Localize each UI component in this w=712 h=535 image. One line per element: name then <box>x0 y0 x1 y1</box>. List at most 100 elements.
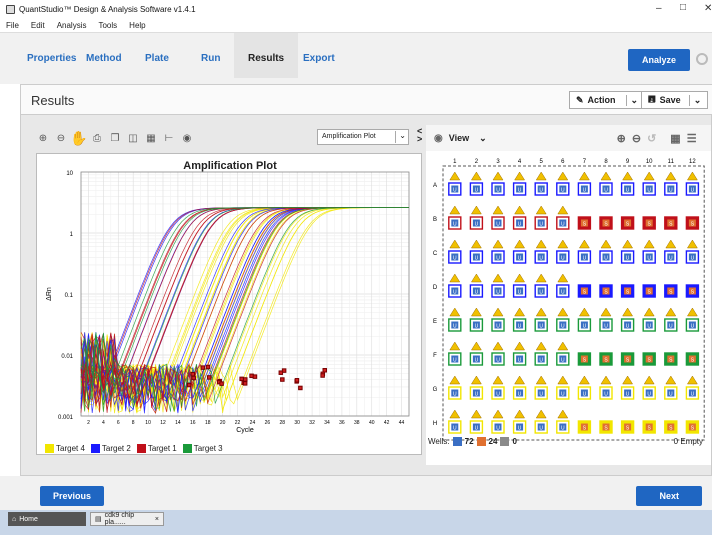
results-panel: Results ✎ Action ⌄ 🖪 Save ⌄ ⊕ ⊖ ✋ ⎙ ❐ ◫ … <box>20 84 712 476</box>
warning-icon <box>535 273 547 283</box>
pan-hand-icon[interactable]: ✋ <box>70 130 87 146</box>
well-task-letter: U <box>518 290 522 296</box>
tab-method[interactable]: Method <box>86 53 122 64</box>
column-label: 8 <box>604 159 608 165</box>
warning-icon <box>470 171 482 181</box>
eye-icon[interactable]: ◉ <box>181 132 193 144</box>
column-label: 4 <box>518 159 522 165</box>
export-icon[interactable]: ◫ <box>127 132 139 144</box>
copy-icon[interactable]: ❐ <box>109 132 121 144</box>
warning-icon <box>535 239 547 249</box>
well-task-letter: U <box>583 256 587 262</box>
taskbar-file-label: cdk9 chip pla...... <box>104 512 135 526</box>
well-task-letter: U <box>453 256 457 262</box>
configure-icon[interactable]: ▦ <box>145 132 157 144</box>
column-label: 3 <box>496 159 500 165</box>
menu-help[interactable]: Help <box>129 21 145 30</box>
warning-icon <box>557 205 569 215</box>
warning-icon <box>514 171 526 181</box>
well-task-letter: U <box>561 188 565 194</box>
well-task-letter: U <box>518 358 522 364</box>
previous-button[interactable]: Previous <box>40 486 105 506</box>
warning-icon <box>514 375 526 385</box>
plate-grid-svg[interactable]: 1 2 3 4 5 6 7 8 9 10 11 12AU U U U U U U U U U U UBU U U U U U S S S S S… <box>426 151 711 451</box>
well-task-letter: U <box>561 324 565 330</box>
taskbar-home[interactable]: ⌂ Home <box>8 512 86 526</box>
next-button[interactable]: Next <box>636 486 702 506</box>
action-button[interactable]: ✎ Action ⌄ <box>569 91 646 109</box>
warning-icon <box>622 171 634 181</box>
taskbar: ⌂ Home ▤ cdk9 chip pla...... × <box>0 510 712 535</box>
tab-plate[interactable]: Plate <box>145 53 169 64</box>
well-task-letter: U <box>669 392 673 398</box>
x-tick-label: 10 <box>145 420 151 426</box>
well-task-letter: U <box>539 290 543 296</box>
amplification-plot: Amplification Plot 10 1 0.1 0.01 0.001 2 4 6 8 10… <box>36 153 422 455</box>
print-icon[interactable]: ⎙ <box>91 132 103 144</box>
well-task-letter: U <box>669 324 673 330</box>
view-button[interactable]: View <box>449 133 469 143</box>
tab-properties[interactable]: Properties <box>27 53 76 64</box>
well-task-letter: U <box>561 392 565 398</box>
well-task-letter: U <box>518 392 522 398</box>
well-task-letter: U <box>583 324 587 330</box>
minimize-icon[interactable]: – <box>656 3 662 14</box>
zoom-in-icon[interactable]: ⊕ <box>37 132 49 144</box>
chart-svg: 1010.10.010.0012 4 6 8 10 12 14 16 18 20 22 24 26 28 3… <box>46 171 410 434</box>
plot-type-select[interactable]: Amplification Plot ⌄ <box>317 129 409 145</box>
tab-results[interactable]: Results <box>234 33 299 78</box>
save-button[interactable]: 🖪 Save ⌄ <box>641 91 709 109</box>
menu-tools[interactable]: Tools <box>98 21 117 30</box>
well-task-letter: U <box>496 358 500 364</box>
warning-icon <box>449 239 461 249</box>
well-task-letter: U <box>496 188 500 194</box>
well-task-letter: U <box>561 222 565 228</box>
eye-icon[interactable]: ◉ <box>434 133 443 144</box>
threshold-icon[interactable]: ⊢ <box>163 132 175 144</box>
well-task-letter: U <box>561 290 565 296</box>
plot-toolbar: ⊕ ⊖ ✋ ⎙ ❐ ◫ ▦ ⊢ ◉ <box>37 127 193 149</box>
chevron-down-icon: ⌄ <box>688 94 701 106</box>
well-task-letter: U <box>539 358 543 364</box>
close-icon[interactable]: × <box>155 516 159 523</box>
ct-marker <box>191 375 196 381</box>
well-task-letter: U <box>453 358 457 364</box>
well-task-letter: U <box>647 324 651 330</box>
grid-view-icon[interactable]: ▦ <box>670 132 680 145</box>
maximize-icon[interactable]: □ <box>680 2 686 13</box>
menu-edit[interactable]: Edit <box>31 21 45 30</box>
zoom-out-icon[interactable]: ⊖ <box>55 132 67 144</box>
action-label: Action <box>587 95 616 105</box>
warning-icon <box>557 375 569 385</box>
taskbar-file[interactable]: ▤ cdk9 chip pla...... × <box>90 512 164 526</box>
gear-icon[interactable] <box>696 53 708 65</box>
row-label: B <box>433 217 437 223</box>
well-task-letter: U <box>518 426 522 432</box>
tab-run[interactable]: Run <box>201 53 220 64</box>
analyze-button[interactable]: Analyze <box>627 49 690 71</box>
zoom-out-icon[interactable]: ⊖ <box>632 132 641 145</box>
warning-icon <box>514 341 526 351</box>
chart-legend: Target 4 Target 2 Target 1 Target 3 <box>45 444 223 454</box>
close-icon[interactable]: ✕ <box>704 3 712 14</box>
edit-icon: ✎ <box>576 94 584 105</box>
menu-analysis[interactable]: Analysis <box>57 21 87 30</box>
well-task-letter: U <box>561 426 565 432</box>
collapse-arrows-icon[interactable]: < > <box>417 127 422 144</box>
legend-target1: Target 1 <box>136 444 177 454</box>
warning-icon <box>578 171 590 181</box>
reset-icon[interactable]: ↺ <box>647 132 656 145</box>
chevron-down-icon[interactable]: ⌄ <box>479 133 487 144</box>
tab-export[interactable]: Export <box>303 53 335 64</box>
warning-icon <box>600 239 612 249</box>
title-bar: QuantStudio™ Design & Analysis Software … <box>0 0 712 18</box>
well-task-letter: U <box>583 188 587 194</box>
x-tick-label: 34 <box>324 420 330 426</box>
list-view-icon[interactable]: ☰ <box>687 132 697 145</box>
x-tick-label: 14 <box>175 420 181 426</box>
zoom-in-icon[interactable]: ⊕ <box>617 132 626 145</box>
menu-file[interactable]: File <box>6 21 19 30</box>
row-label: D <box>433 285 438 291</box>
x-tick-label: 40 <box>369 420 375 426</box>
warning-icon <box>622 239 634 249</box>
